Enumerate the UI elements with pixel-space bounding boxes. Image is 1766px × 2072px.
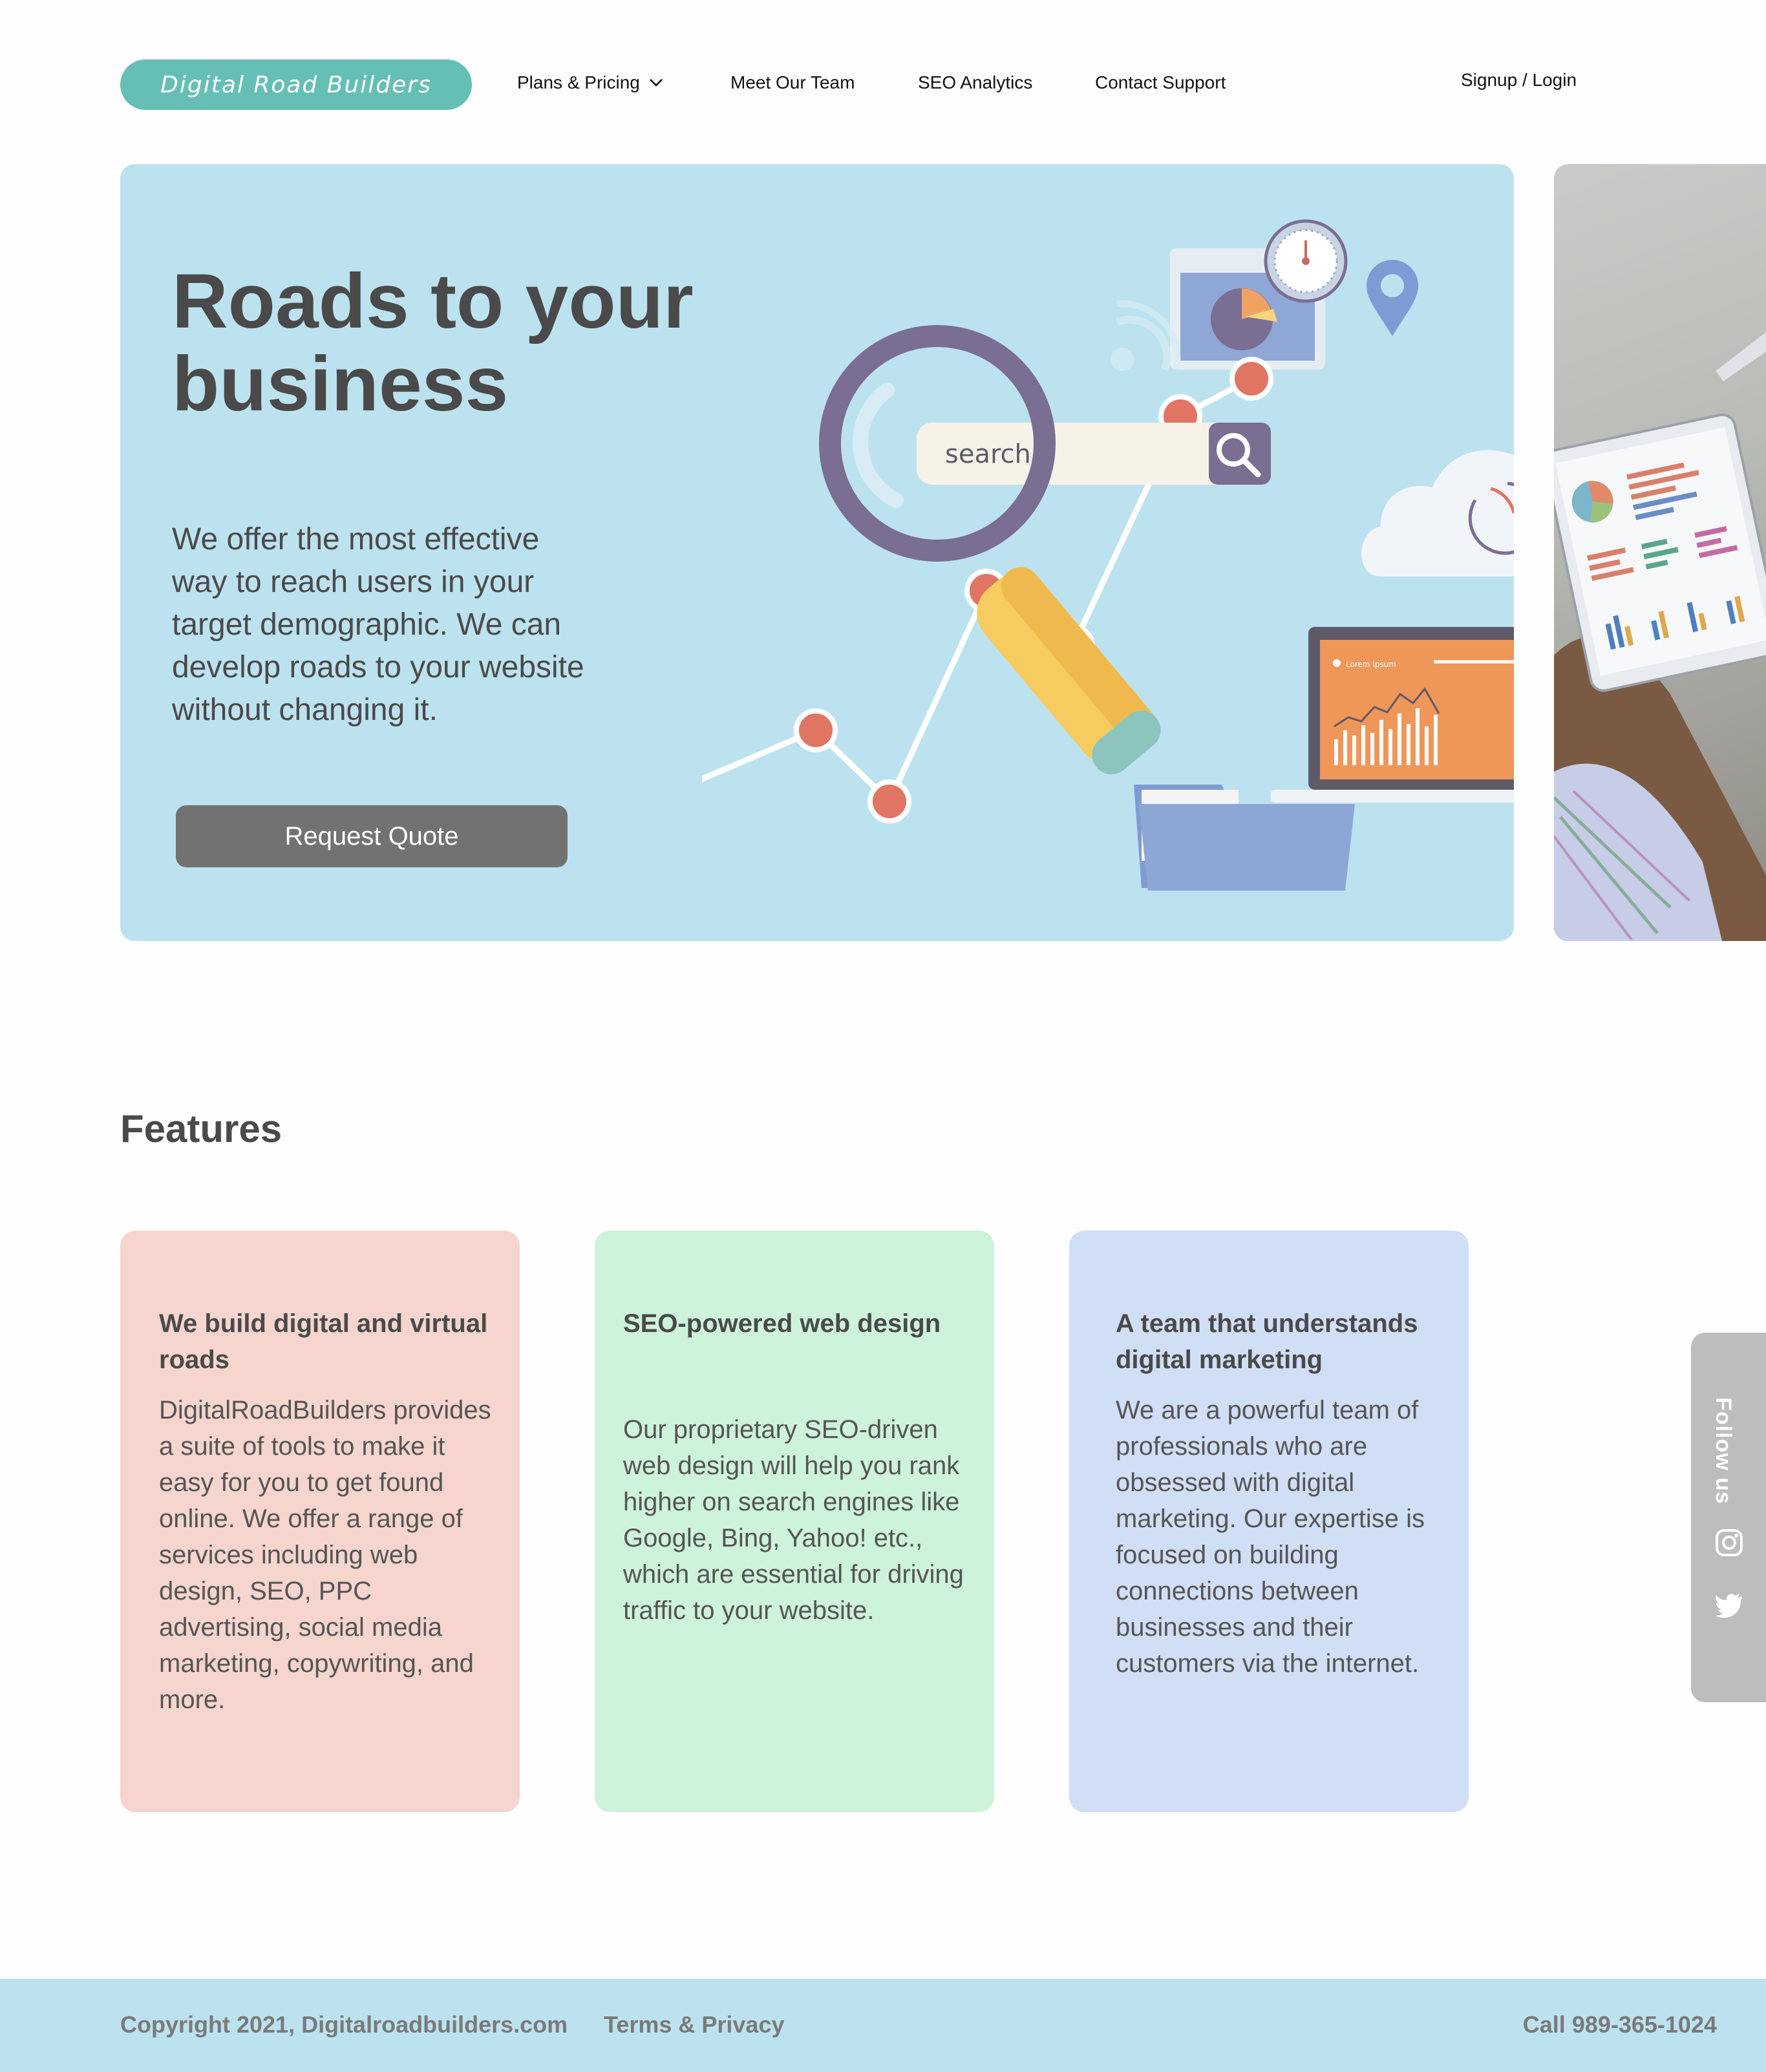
nav-plans-pricing[interactable]: Plans & Pricing: [517, 72, 663, 93]
hero-banner: Roads to your business We offer the most…: [120, 164, 1514, 941]
nav-contact-support[interactable]: Contact Support: [1095, 72, 1226, 93]
feature-card-title: We build digital and virtual roads: [159, 1309, 488, 1374]
request-quote-button[interactable]: Request Quote: [176, 805, 568, 867]
feature-card-text: Our proprietary SEO-driven web design wi…: [623, 1415, 964, 1625]
follow-us-label: Follow us: [1711, 1397, 1736, 1505]
laptop-caption: Lorem ipsum: [1346, 660, 1396, 669]
chevron-down-icon: [649, 79, 663, 87]
feature-card-title: A team that understands digital marketin…: [1116, 1309, 1418, 1374]
hero-description: We offer the most effective way to reach…: [172, 522, 584, 727]
search-bar-illustration: search...: [917, 423, 1271, 485]
wifi-signal-icon: [1111, 300, 1181, 371]
map-pin-icon: [1367, 260, 1418, 336]
twitter-icon[interactable]: [1714, 1590, 1744, 1620]
feature-card-roads: We build digital and virtual roads Digit…: [120, 1231, 520, 1812]
feature-card-team: A team that understands digital marketin…: [1069, 1231, 1469, 1812]
nav-meet-our-team[interactable]: Meet Our Team: [730, 72, 855, 93]
feature-card-title: SEO-powered web design: [623, 1309, 941, 1338]
footer-phone[interactable]: Call 989-365-1024: [1523, 2011, 1717, 2038]
instagram-icon[interactable]: [1714, 1528, 1744, 1558]
laptop-icon: Lorem ipsum: [1271, 627, 1514, 803]
follow-us-tab: Follow us: [1691, 1333, 1766, 1702]
signup-login-link[interactable]: Signup / Login: [1461, 70, 1577, 90]
hero-title: Roads to your business: [172, 258, 694, 427]
feature-card-text: DigitalRoadBuilders provides a suite of …: [159, 1396, 491, 1714]
tablet-analytics-photo: [1554, 332, 1766, 941]
cloud-sync-icon: [1361, 450, 1514, 576]
side-photo-panel: [1554, 164, 1766, 941]
magnifying-glass-icon: [819, 325, 1161, 775]
nav-plans-label: Plans & Pricing: [517, 72, 640, 92]
footer-copyright: Copyright 2021, Digitalroadbuilders.com: [120, 2011, 568, 2038]
brand-logo[interactable]: Digital Road Builders: [120, 59, 472, 110]
feature-card-text: We are a powerful team of professionals …: [1116, 1396, 1425, 1678]
features-heading: Features: [120, 1107, 282, 1150]
footer-terms-link[interactable]: Terms & Privacy: [604, 2011, 785, 2038]
feature-card-seo-design: SEO-powered web design Our proprietary S…: [595, 1231, 994, 1812]
nav-seo-analytics[interactable]: SEO Analytics: [918, 72, 1032, 93]
site-footer: Copyright 2021, Digitalroadbuilders.com …: [0, 1979, 1766, 2072]
speedometer-icon: [1264, 219, 1348, 303]
seo-illustration: search... Lorem ipsum: [702, 219, 1514, 891]
